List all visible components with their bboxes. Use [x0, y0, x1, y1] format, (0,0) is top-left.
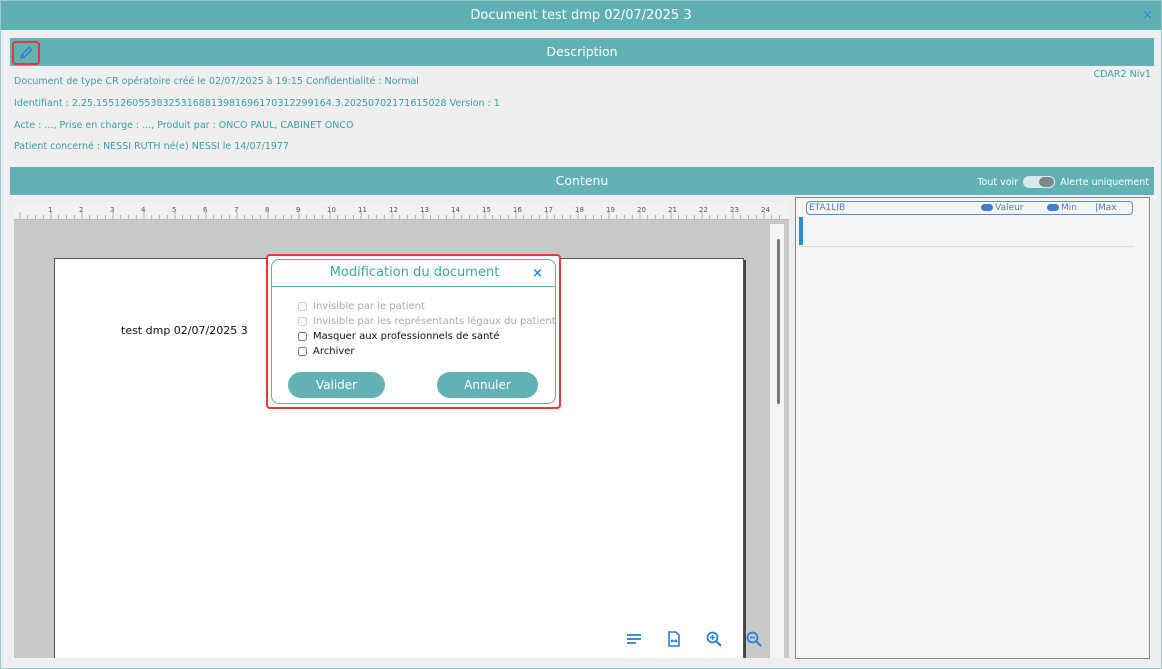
document-window: Document test dmp 02/07/2025 3 × Descrip…: [0, 0, 1162, 669]
cdar-level: CDAR2 Niv1: [1093, 69, 1151, 80]
toggle-knob: [1039, 177, 1055, 187]
option-archiver[interactable]: Archiver: [298, 346, 355, 357]
option-invisible-patient: Invisible par le patient: [298, 301, 425, 312]
document-content-text: test dmp 02/07/2025 3: [121, 324, 248, 337]
ruler-label: 5: [172, 206, 176, 214]
alert-toggle[interactable]: [1023, 176, 1056, 188]
results-table-header: ETA1LIB Valeur Min |Max: [806, 201, 1133, 215]
ruler-label: 21: [668, 206, 677, 214]
ruler-label: 19: [606, 206, 615, 214]
scrollbar-thumb[interactable]: [777, 239, 780, 404]
ruler-label: 7: [234, 206, 238, 214]
alerte-label: Alerte uniquement: [1060, 176, 1149, 188]
ruler-label: 10: [327, 206, 336, 214]
valider-button[interactable]: Valider: [288, 372, 385, 398]
fit-page-button[interactable]: [664, 629, 684, 649]
more-icon: [1047, 204, 1059, 211]
option-masquer-professionnels[interactable]: Masquer aux professionnels de santé: [298, 331, 499, 342]
viewer-toolbar: [624, 629, 764, 649]
option-label: Masquer aux professionnels de santé: [313, 331, 500, 342]
window-title: Document test dmp 02/07/2025 3: [470, 8, 692, 23]
document-acte-info: Acte : ..., Prise en charge : ..., Produ…: [14, 120, 354, 131]
tout-voir-label: Tout voir: [977, 176, 1019, 188]
ruler-label: 14: [451, 206, 460, 214]
ruler-label: 22: [699, 206, 708, 214]
text-align-icon: [627, 634, 641, 644]
ruler-label: 11: [358, 206, 367, 214]
text-align-button[interactable]: [624, 629, 644, 649]
document-identifier-info: Identifiant : 2.25.155126055383253168813…: [14, 98, 500, 109]
ruler-label: 17: [544, 206, 553, 214]
dialog-body: Modification du document × Invisible par…: [271, 259, 556, 404]
ruler-label: 15: [482, 206, 491, 214]
invisible-patient-checkbox: [298, 302, 307, 311]
ruler-label: 12: [389, 206, 398, 214]
ruler-label: 24: [761, 206, 770, 214]
ruler-label: 2: [79, 206, 83, 214]
dialog-divider: [272, 286, 555, 287]
col-valeur[interactable]: Valeur: [981, 202, 1023, 214]
ruler-label: 23: [730, 206, 739, 214]
ruler-label: 3: [110, 206, 114, 214]
zoom-out-button[interactable]: [744, 629, 764, 649]
fit-page-icon: [668, 631, 680, 647]
contenu-title: Contenu: [555, 173, 609, 188]
zoom-out-icon: [746, 631, 762, 647]
modification-dialog: Modification du document × Invisible par…: [266, 254, 561, 409]
ruler-label: 8: [265, 206, 269, 214]
col-eta1lib: ETA1LIB: [809, 203, 846, 213]
description-header: Description: [10, 38, 1154, 66]
ruler-label: 16: [513, 206, 522, 214]
zoom-in-button[interactable]: [704, 629, 724, 649]
patient-info: Patient concerné : NESSI RUTH né(e) NESS…: [14, 141, 289, 152]
edit-pencil-icon: [19, 46, 33, 60]
option-label: Invisible par les représentants légaux d…: [313, 316, 556, 327]
document-type-info: Document de type CR opératoire créé le 0…: [14, 76, 419, 87]
ruler-label: 6: [203, 206, 208, 214]
edit-document-button[interactable]: [12, 41, 40, 65]
row-marker: [799, 217, 803, 245]
masquer-professionnels-checkbox[interactable]: [298, 332, 307, 341]
dialog-title: Modification du document: [329, 265, 500, 280]
option-label: Invisible par le patient: [313, 301, 425, 312]
zoom-in-icon: [706, 631, 722, 647]
close-icon[interactable]: ×: [1142, 1, 1153, 30]
ruler-label: 20: [637, 206, 646, 214]
col-min[interactable]: Min: [1047, 202, 1077, 214]
ruler-label: 18: [575, 206, 584, 214]
close-icon[interactable]: ×: [532, 266, 543, 281]
ruler: 1234567891011121314151617181920212223242…: [14, 202, 789, 220]
more-icon: [981, 204, 993, 211]
ruler-label: 13: [420, 206, 429, 214]
ruler-label: 4: [141, 206, 146, 214]
col-max: |Max: [1095, 203, 1117, 213]
archiver-checkbox[interactable]: [298, 347, 307, 356]
option-label: Archiver: [313, 346, 355, 357]
description-title: Description: [546, 44, 618, 59]
invisible-representants-checkbox: [298, 317, 307, 326]
alert-filter: Tout voir Alerte uniquement: [977, 176, 1149, 188]
option-invisible-representants: Invisible par les représentants légaux d…: [298, 316, 556, 327]
ruler-label: 1: [48, 206, 52, 214]
results-panel: ETA1LIB Valeur Min |Max: [795, 197, 1150, 659]
window-titlebar: Document test dmp 02/07/2025 3 ×: [1, 1, 1161, 30]
annuler-button[interactable]: Annuler: [437, 372, 538, 398]
ruler-ticks: 1234567891011121314151617181920212223242…: [19, 206, 780, 219]
ruler-label: 9: [296, 206, 300, 214]
table-row[interactable]: [799, 217, 1134, 247]
